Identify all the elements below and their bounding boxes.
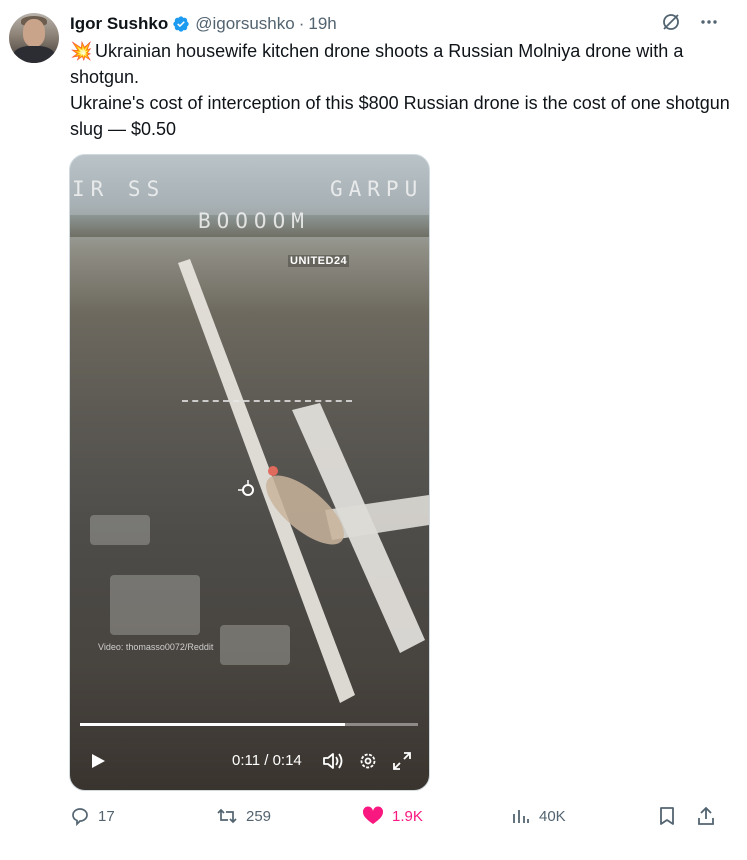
tweet-action-bar: 17 259 1.9K 40K <box>0 806 747 830</box>
reply-count: 17 <box>98 807 115 825</box>
grok-icon[interactable] <box>661 12 681 32</box>
video-overlay-boom: BOOOOM <box>198 209 310 233</box>
more-options-icon[interactable] <box>699 12 719 32</box>
views-button[interactable]: 40K <box>511 806 566 826</box>
verified-badge-icon <box>172 15 190 33</box>
expand-icon <box>393 752 411 770</box>
bookmark-button[interactable] <box>658 806 676 826</box>
volume-button[interactable] <box>322 751 344 776</box>
video-overlay-right: GARPU <box>330 177 424 201</box>
repost-button[interactable]: 259 <box>216 806 271 826</box>
play-button[interactable] <box>90 753 106 774</box>
avatar-face <box>23 19 45 47</box>
drone-silhouette <box>178 259 429 703</box>
video-progress-bar[interactable] <box>80 723 418 726</box>
tweet-timestamp[interactable]: 19h <box>308 14 336 34</box>
share-button[interactable] <box>696 806 716 826</box>
avatar[interactable] <box>9 13 59 63</box>
reply-button[interactable]: 17 <box>70 806 115 826</box>
heart-icon <box>362 806 384 824</box>
video-progress-fill <box>80 723 346 726</box>
fullscreen-button[interactable] <box>392 751 412 776</box>
bookmark-icon <box>660 807 674 825</box>
avatar-shoulders <box>13 46 55 63</box>
like-count: 1.9K <box>392 807 423 825</box>
tweet-text: 💥 Ukrainian housewife kitchen drone shoo… <box>70 38 730 142</box>
author-name[interactable]: Igor Sushko <box>70 14 168 34</box>
play-icon <box>92 754 105 768</box>
video-credit: Video: thomasso0072/Reddit <box>98 642 214 652</box>
repost-icon <box>217 808 237 824</box>
tweet-text-line-1: 💥 Ukrainian housewife kitchen drone shoo… <box>70 38 730 90</box>
tweet-text-line-2: Ukraine's cost of interception of this $… <box>70 93 730 139</box>
collision-emoji-icon: 💥 <box>70 41 93 61</box>
view-count: 40K <box>539 807 566 825</box>
separator-dot: · <box>298 14 305 33</box>
like-button[interactable]: 1.9K <box>362 806 423 826</box>
tweet-header: Igor Sushko @igorsushko · 19h <box>70 13 337 35</box>
united24-watermark: UNITED24 <box>288 255 350 267</box>
crosshair-icon <box>238 480 254 496</box>
author-handle[interactable]: @igorsushko <box>195 14 294 34</box>
settings-button[interactable] <box>358 751 378 776</box>
analytics-icon <box>513 810 529 823</box>
tweet-text-sentence-1: Ukrainian housewife kitchen drone shoots… <box>70 41 684 87</box>
video-dashes <box>182 400 352 402</box>
tweet-top-actions <box>661 12 719 32</box>
video-player[interactable]: IR SS GARPU BOOOOM UNITED24 Video: thoma… <box>69 154 430 791</box>
video-controls: 0:11 / 0:14 <box>70 745 429 777</box>
video-time: 0:11 / 0:14 <box>232 752 302 769</box>
repost-count: 259 <box>246 807 272 825</box>
reply-icon <box>72 808 88 826</box>
gear-icon <box>360 753 376 769</box>
video-overlay-left: IR SS <box>72 177 166 201</box>
volume-icon <box>323 753 343 769</box>
share-icon <box>698 806 714 825</box>
